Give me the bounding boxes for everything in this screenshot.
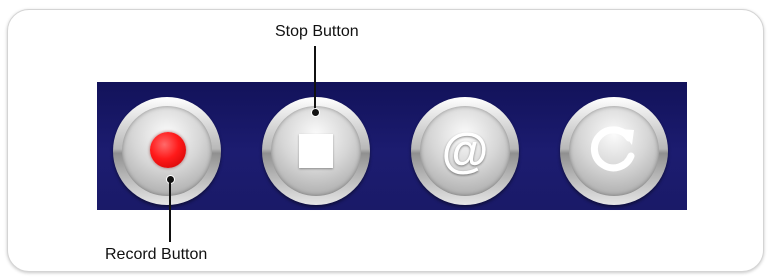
stop-button-callout-label: Stop Button — [275, 23, 359, 40]
record-button-callout-line — [169, 180, 171, 242]
record-dot-icon — [150, 132, 186, 168]
record-button[interactable] — [113, 97, 221, 205]
reload-button-face — [569, 106, 659, 196]
reload-icon-svg — [590, 126, 635, 172]
record-button-callout-label: Record Button — [105, 246, 208, 263]
email-button[interactable]: @ — [411, 97, 519, 205]
stop-square-icon — [299, 134, 333, 168]
stop-button-callout-dot — [311, 108, 320, 117]
reload-icon — [569, 106, 659, 196]
reload-button[interactable] — [560, 97, 668, 205]
at-sign-icon: @ — [420, 106, 510, 196]
at-sign-glyph: @ — [441, 124, 489, 178]
stop-button-face — [271, 106, 361, 196]
stop-button-callout-line — [314, 46, 316, 112]
email-button-face: @ — [420, 106, 510, 196]
